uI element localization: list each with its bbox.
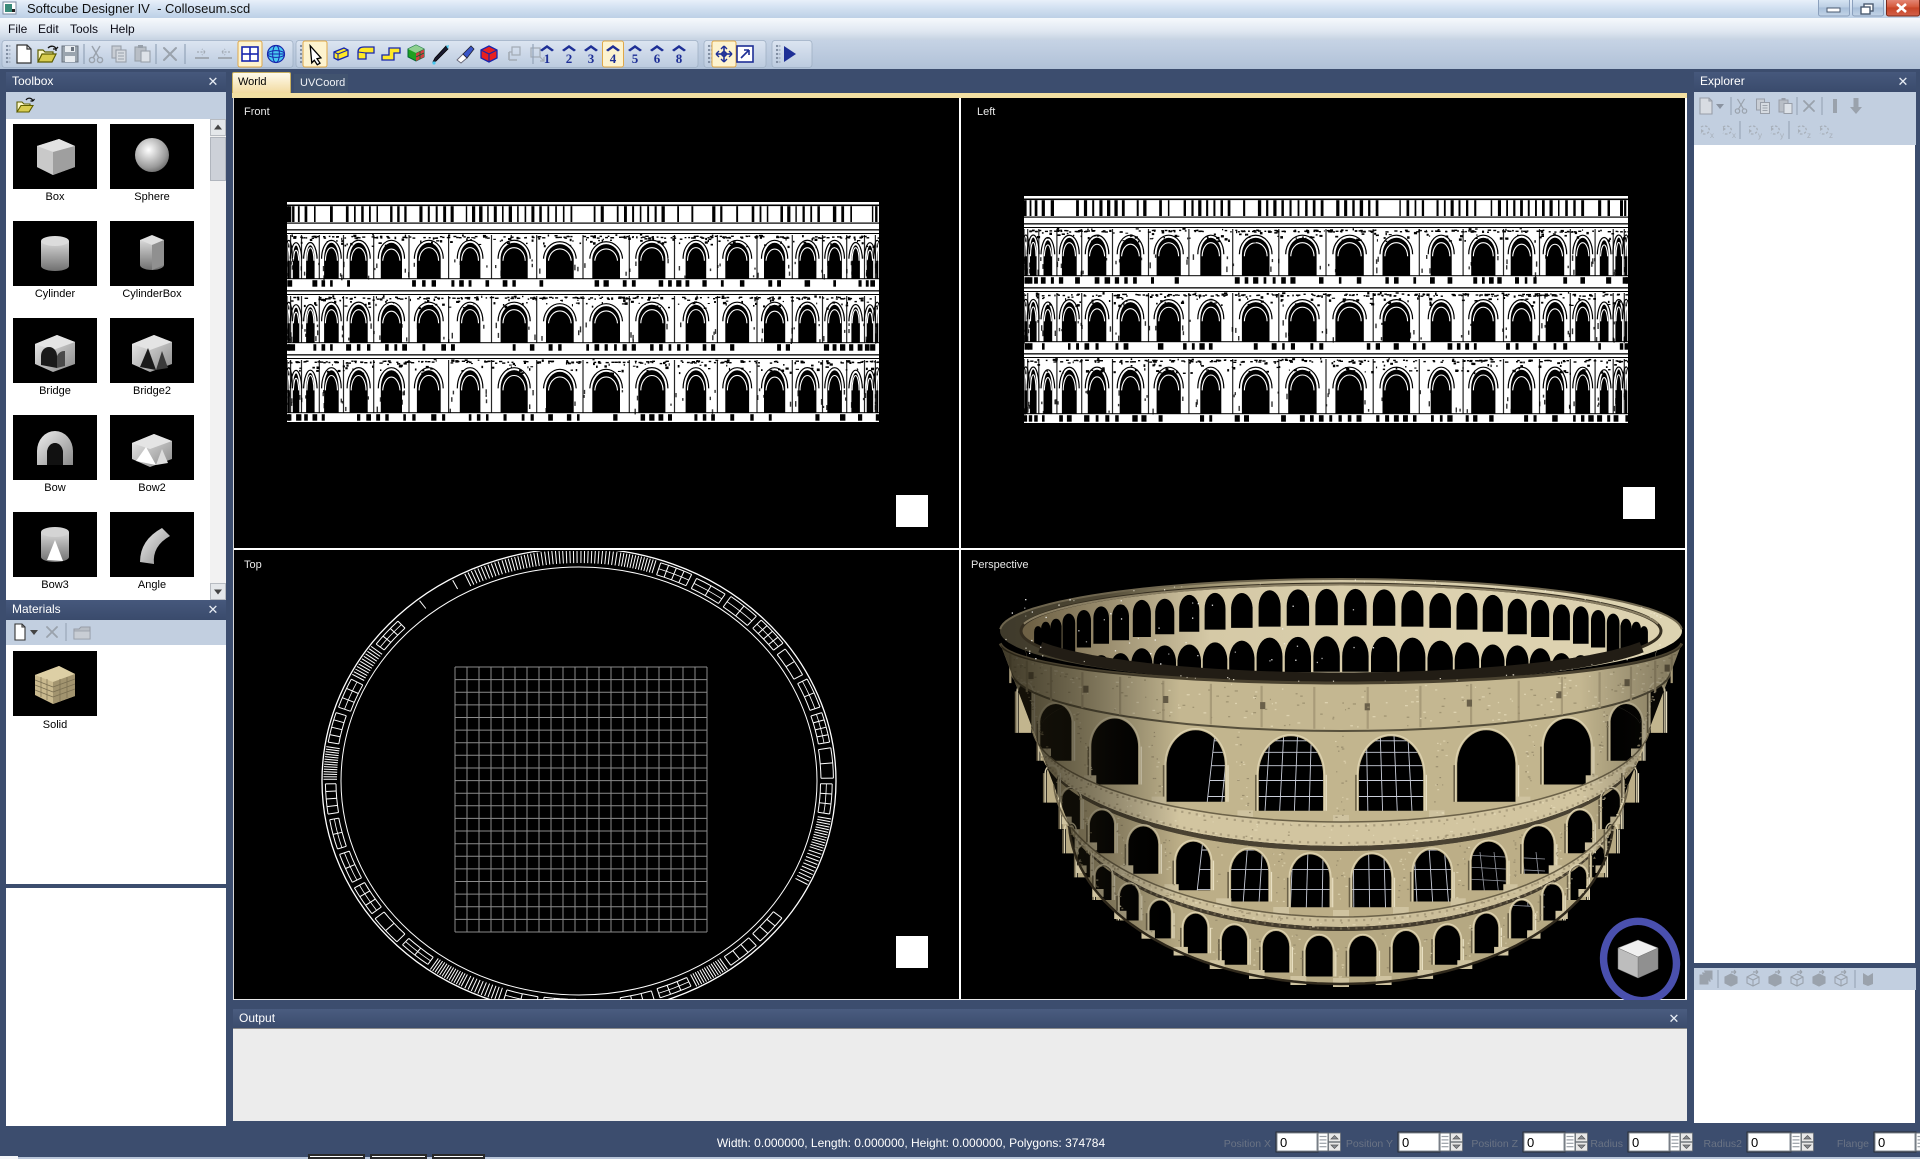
svg-text:1: 1: [544, 51, 551, 66]
svg-text:8: 8: [676, 51, 683, 66]
svg-text:4: 4: [610, 51, 617, 66]
svg-text:6: 6: [654, 51, 661, 66]
svg-text:2: 2: [566, 51, 573, 66]
svg-text:5: 5: [632, 51, 639, 66]
svg-text:3: 3: [588, 51, 595, 66]
